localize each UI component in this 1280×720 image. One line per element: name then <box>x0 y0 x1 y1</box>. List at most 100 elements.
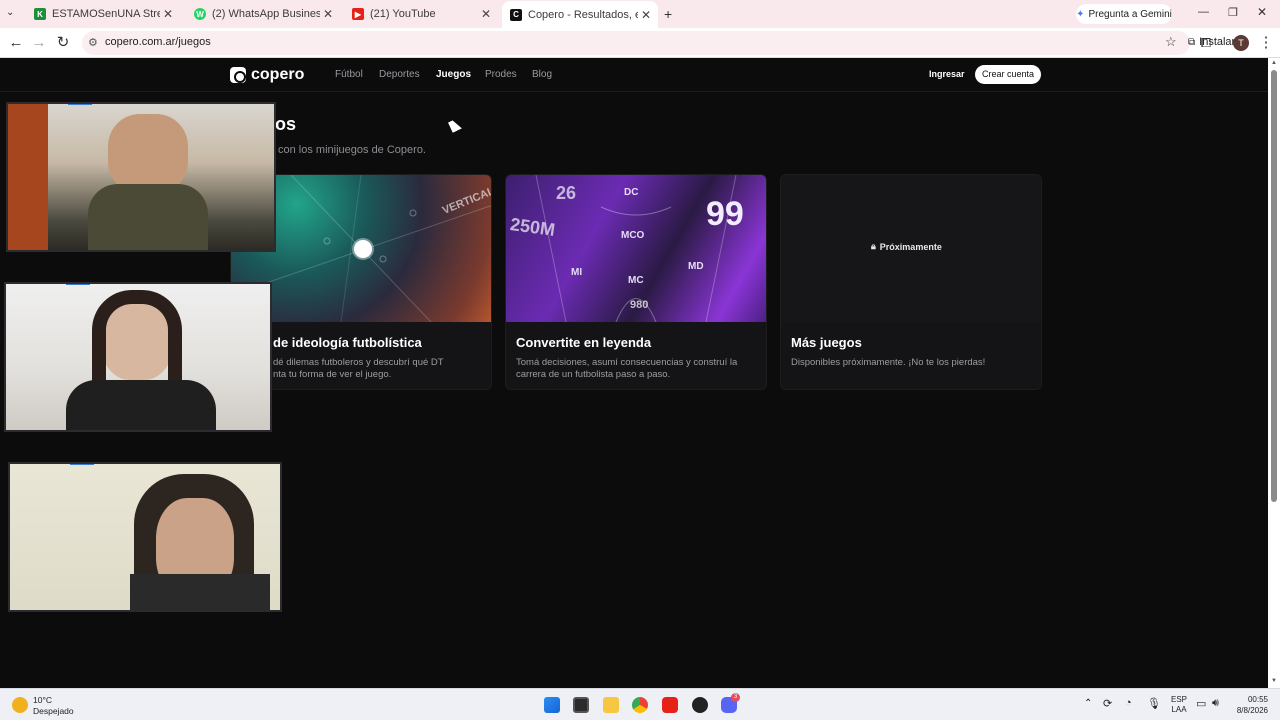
scroll-down-icon[interactable]: ▼ <box>1271 678 1277 684</box>
browser-toolbar: ← → ↻ ⚙ copero.com.ar/juegos ⧉ Instalar … <box>0 28 1280 58</box>
extensions-icon[interactable]: ⧠ <box>1196 33 1216 53</box>
webcam-feed <box>8 462 282 612</box>
nav-blog[interactable]: Blog <box>532 69 552 80</box>
copero-page: copero Fútbol Deportes Juegos Prodes Blo… <box>0 58 1268 688</box>
clock[interactable]: 00:55 8/8/2026 <box>1232 694 1268 716</box>
card-title: Más juegos <box>791 335 862 350</box>
position-label: MC <box>628 275 644 286</box>
webcam-person <box>130 574 270 610</box>
kick-icon: K <box>34 8 46 20</box>
tab-whatsapp[interactable]: W (2) WhatsApp Business ✕ <box>186 2 340 26</box>
url-text: copero.com.ar/juegos <box>105 36 211 48</box>
brand-name: copero <box>251 66 305 83</box>
nav-deportes[interactable]: Deportes <box>379 69 420 80</box>
language-indicator[interactable]: ESP LAA <box>1171 695 1187 715</box>
webcam-person <box>88 184 208 250</box>
weather-sun-icon[interactable] <box>12 697 28 713</box>
youtube-app-icon[interactable] <box>662 697 678 713</box>
install-app-icon: ⧉ <box>1188 36 1196 48</box>
scroll-up-icon[interactable]: ▲ <box>1271 60 1277 66</box>
position-label: MCO <box>621 230 645 241</box>
tab-strip: ⌄ K ESTAMOSenUNA Stream - Wat ✕ W (2) Wh… <box>0 0 1280 28</box>
task-view-icon[interactable] <box>573 697 589 713</box>
position-label: DC <box>624 187 639 198</box>
microphone-icon[interactable]: 🎙︎ <box>1147 697 1161 710</box>
card-title: Convertite en leyenda <box>516 335 652 350</box>
sync-icon[interactable]: ⟳ <box>1103 697 1112 710</box>
signup-button[interactable]: Crear cuenta <box>975 65 1041 84</box>
position-label: MD <box>688 261 704 272</box>
nav-juegos[interactable]: Juegos <box>436 69 471 80</box>
weather-description: Despejado <box>33 706 74 716</box>
stat-value: 980 <box>630 299 649 311</box>
display-icon[interactable]: ▭ <box>1196 697 1206 710</box>
game-card-leyenda[interactable]: DC MCO MI MC MD 99 26 250M 980 Convertit… <box>505 174 767 390</box>
lock-icon: 🔒︎ <box>871 241 876 251</box>
close-icon[interactable]: ✕ <box>160 7 176 21</box>
windows-taskbar: 10°C Despejado 3 ⌃ ⟳ ◔ 🎙︎ ESP LAA ▭ 🔊︎ 0… <box>0 688 1280 720</box>
site-header: copero Fútbol Deportes Juegos Prodes Blo… <box>0 58 1268 92</box>
close-icon[interactable]: ✕ <box>320 7 336 21</box>
language-code: ESP <box>1171 695 1188 704</box>
chrome-icon[interactable] <box>632 697 648 713</box>
address-bar[interactable]: ⚙ copero.com.ar/juegos ⧉ Instalar ☆ <box>82 31 1235 55</box>
mouse-cursor-icon <box>448 118 462 133</box>
card-description: Disponibles próximamente. ¡No te los pie… <box>791 357 986 368</box>
youtube-icon: ▶ <box>352 8 364 20</box>
scrollbar-thumb[interactable] <box>1271 70 1277 502</box>
webcam-door <box>8 104 48 250</box>
restore-button[interactable]: ❐ <box>1228 6 1238 19</box>
tab-title: (2) WhatsApp Business <box>212 8 320 20</box>
close-icon[interactable]: ✕ <box>478 7 494 21</box>
new-tab-button[interactable]: + <box>664 6 672 22</box>
rating-number: 99 <box>706 195 744 233</box>
bookmark-star-icon[interactable]: ☆ <box>1165 34 1177 50</box>
tab-estamosenuna[interactable]: K ESTAMOSenUNA Stream - Wat ✕ <box>26 2 180 26</box>
tab-copero[interactable]: C Copero - Resultados, estadísticas ✕ <box>502 1 658 28</box>
game-card-mas-juegos: 🔒︎ Próximamente Más juegos Disponibles p… <box>780 174 1042 390</box>
copero-logo[interactable]: copero <box>230 66 304 84</box>
tab-youtube[interactable]: ▶ (21) YouTube ✕ <box>344 2 498 26</box>
shirt-number: 26 <box>556 183 577 203</box>
network-icon[interactable]: ◔ <box>1125 697 1132 709</box>
card-description: Tomá decisiones, asumí consecuencias y c… <box>516 357 738 380</box>
obs-icon[interactable] <box>692 697 708 713</box>
webcam-feed <box>4 282 272 432</box>
close-icon[interactable]: ✕ <box>638 8 654 22</box>
badge-label: Próximamente <box>879 241 942 252</box>
volume-icon[interactable]: 🔊︎ <box>1212 697 1219 710</box>
layout-code: LAA <box>1171 705 1187 714</box>
windows-start-icon[interactable] <box>544 697 560 713</box>
page-scrollbar[interactable]: ▲ ▼ <box>1268 58 1280 688</box>
tab-title: Copero - Resultados, estadísticas <box>528 8 638 21</box>
site-info-icon[interactable]: ⚙ <box>88 36 98 49</box>
back-button[interactable]: ← <box>6 33 26 53</box>
card-description: dé dilemas futboleros y descubrí qué DT … <box>273 357 444 380</box>
gemini-label: Pregunta a Gemini <box>1088 8 1172 20</box>
discord-notification-badge: 3 <box>731 693 740 702</box>
tab-search-chevron-icon[interactable]: ⌄ <box>6 7 14 18</box>
gemini-sparkle-icon: ✦ <box>1076 8 1085 20</box>
nav-futbol[interactable]: Fútbol <box>335 69 363 80</box>
minimize-button[interactable]: — <box>1198 6 1209 18</box>
game-thumbnail: DC MCO MI MC MD 99 26 250M 980 <box>506 175 766 322</box>
webcam-person <box>66 380 216 430</box>
close-window-button[interactable]: ✕ <box>1257 5 1267 19</box>
forward-button[interactable]: → <box>29 33 49 53</box>
reload-button[interactable]: ↻ <box>53 33 73 53</box>
profile-avatar[interactable]: T <box>1233 35 1249 51</box>
nav-prodes[interactable]: Prodes <box>485 69 517 80</box>
whatsapp-icon: W <box>194 8 206 20</box>
coming-soon-badge: 🔒︎ Próximamente <box>871 241 942 252</box>
menu-kebab-icon[interactable]: ⋮ <box>1256 33 1276 53</box>
weather-widget[interactable]: 10°C Despejado <box>33 695 74 717</box>
tray-chevron-up-icon[interactable]: ⌃ <box>1084 698 1092 709</box>
webcam-person <box>108 114 188 194</box>
clock-date: 8/8/2026 <box>1236 706 1268 715</box>
position-label: MI <box>571 267 583 278</box>
file-explorer-icon[interactable] <box>603 697 619 713</box>
login-link[interactable]: Ingresar <box>929 69 965 79</box>
tab-title: ESTAMOSenUNA Stream - Wat <box>52 8 160 20</box>
webcam-feed <box>6 102 276 252</box>
gemini-button[interactable]: ✦ Pregunta a Gemini <box>1076 4 1172 24</box>
